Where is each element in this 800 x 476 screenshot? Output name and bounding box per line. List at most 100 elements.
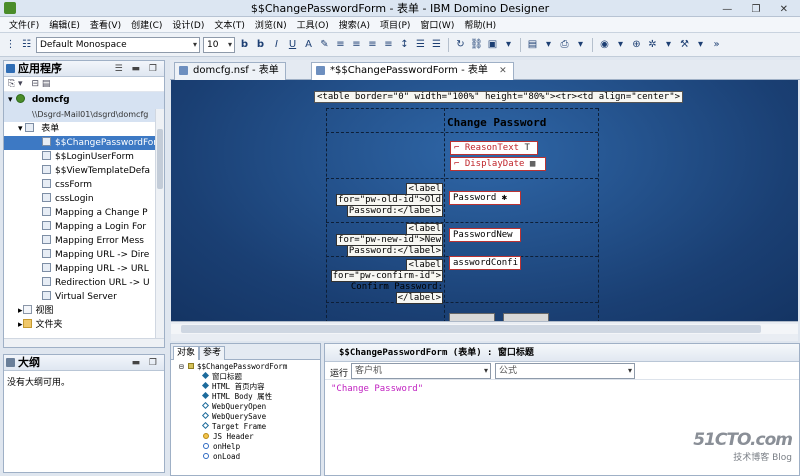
submit-button-stub[interactable]	[449, 313, 495, 321]
panel-controls[interactable]: ☰ ▬ ❐	[115, 61, 160, 77]
tree-form-item[interactable]: Mapping Error Mess	[4, 234, 164, 248]
debug-icon[interactable]: ✲	[646, 37, 659, 53]
tab-reference[interactable]: 参考	[199, 346, 226, 360]
horizontal-scrollbar[interactable]	[4, 338, 164, 347]
tree-db-node[interactable]: ▾ domcfg	[4, 92, 164, 108]
list-bullet-icon[interactable]: ☰	[414, 37, 427, 53]
pen-icon[interactable]: ✎	[318, 37, 331, 53]
menu-help[interactable]: 帮助(H)	[459, 18, 501, 31]
list-number-icon[interactable]: ☰	[430, 37, 443, 53]
print-icon[interactable]: ⎙	[558, 37, 571, 53]
menu-edit[interactable]: 编辑(E)	[44, 18, 85, 31]
dropdown-icon[interactable]: ▾	[694, 37, 707, 53]
scrollbar-thumb[interactable]	[181, 325, 761, 333]
menu-create[interactable]: 创建(C)	[126, 18, 167, 31]
dropdown-icon[interactable]: ▾	[614, 37, 627, 53]
menu-design[interactable]: 设计(D)	[167, 18, 209, 31]
close-icon[interactable]: ✕	[499, 66, 507, 76]
font-select[interactable]: Default Monospace ▾	[36, 36, 200, 53]
filter-icon[interactable]: ⊟ ▤	[31, 79, 50, 89]
new-app-icon[interactable]: ⎘ ▾	[8, 79, 23, 89]
tree-form-item[interactable]: cssLogin	[4, 192, 164, 206]
save-icon[interactable]: ▤	[526, 37, 539, 53]
align-right-icon[interactable]: ≡	[382, 37, 395, 53]
align-center-icon[interactable]: ≡	[350, 37, 363, 53]
object-item[interactable]: JS Header	[173, 432, 318, 442]
highlight-icon[interactable]: A	[302, 37, 315, 53]
tab-objects[interactable]: 对象	[173, 346, 200, 360]
preview-icon[interactable]: ◉	[598, 37, 611, 53]
tree-form-item[interactable]: Mapping a Change P	[4, 206, 164, 220]
style-icon[interactable]: ☷	[20, 37, 33, 53]
font-size-select[interactable]: 10 ▾	[203, 36, 235, 53]
tree-form-item[interactable]: Mapping URL -> Dire	[4, 248, 164, 262]
globe-icon[interactable]: ⊕	[630, 37, 643, 53]
italic-icon[interactable]: I	[270, 37, 283, 53]
link-icon[interactable]: ⛓	[470, 37, 483, 53]
object-item[interactable]: Target Frame	[173, 422, 318, 432]
object-item[interactable]: WebQueryOpen	[173, 402, 318, 412]
object-item[interactable]: HTML Body 属性	[173, 392, 318, 402]
tab-change-password-form[interactable]: *$$ChangePasswordForm - 表单 ✕	[311, 62, 514, 80]
underline-icon[interactable]: U	[286, 37, 299, 53]
formula-editor[interactable]: "Change Password"	[325, 380, 799, 398]
menu-project[interactable]: 项目(P)	[375, 18, 415, 31]
dropdown-icon[interactable]: ▾	[662, 37, 675, 53]
password-new-field[interactable]: PasswordNew	[449, 228, 521, 242]
tree-form-item[interactable]: Mapping a Login For	[4, 220, 164, 234]
tree-form-item[interactable]: $$LoginUserForm	[4, 150, 164, 164]
menu-tools[interactable]: 工具(O)	[292, 18, 334, 31]
tree-form-item[interactable]: $$ViewTemplateDefa	[4, 164, 164, 178]
objects-root[interactable]: ⊟ $$ChangePasswordForm	[173, 362, 318, 372]
dropdown-icon[interactable]: ▾	[574, 37, 587, 53]
dropdown-icon[interactable]: ▾	[502, 37, 515, 53]
line-spacing-icon[interactable]: ↕	[398, 37, 411, 53]
align-left-icon[interactable]: ≡	[334, 37, 347, 53]
refresh-icon[interactable]: ↻	[454, 37, 467, 53]
tree-folders-folder[interactable]: ▸ 文件夹	[4, 318, 164, 332]
menu-view[interactable]: 查看(V)	[85, 18, 126, 31]
tree-form-item[interactable]: Redirection URL -> U	[4, 276, 164, 290]
tree-forms-folder[interactable]: ▾ 表单	[4, 122, 164, 136]
tools-icon[interactable]: ⚒	[678, 37, 691, 53]
object-item[interactable]: 窗口标题	[173, 372, 318, 382]
horizontal-scrollbar[interactable]	[171, 324, 798, 334]
expand-icon[interactable]: ▾	[8, 95, 13, 105]
tab-domcfg-forms[interactable]: domcfg.nsf - 表单	[174, 62, 286, 80]
applications-panel-title: 应用程序	[18, 62, 62, 75]
menu-navigate[interactable]: 浏览(N)	[250, 18, 292, 31]
run-target-select[interactable]: 客户机 ▾	[351, 363, 491, 379]
more-icon[interactable]: »	[710, 37, 723, 53]
tree-form-item[interactable]: Virtual Server	[4, 290, 164, 304]
tree-form-item[interactable]: $$ChangePasswordForm	[4, 136, 164, 150]
cancel-button-stub[interactable]	[503, 313, 549, 321]
align-justify-icon[interactable]: ≡	[366, 37, 379, 53]
menu-window[interactable]: 窗口(W)	[415, 18, 459, 31]
vertical-scrollbar[interactable]	[155, 109, 164, 339]
dropdown-icon[interactable]: ▾	[542, 37, 555, 53]
tree-form-item[interactable]: cssForm	[4, 178, 164, 192]
password-field[interactable]: Password ✱	[449, 191, 521, 205]
object-item[interactable]: WebQuerySave	[173, 412, 318, 422]
object-item[interactable]: onLoad	[173, 452, 318, 462]
reason-text-field[interactable]: ⌐ ReasonText T	[450, 141, 538, 155]
password-confirm-field[interactable]: asswordConfi	[449, 256, 521, 270]
image-icon[interactable]: ▣	[486, 37, 499, 53]
menu-text[interactable]: 文本(T)	[209, 18, 250, 31]
tree-views-folder[interactable]: ▸ 视图	[4, 304, 164, 318]
panel-controls[interactable]: ▬ ❐	[132, 355, 160, 371]
window-controls[interactable]: — ❐ ✕	[722, 1, 796, 18]
language-select[interactable]: 公式 ▾	[495, 363, 635, 379]
menu-file[interactable]: 文件(F)	[4, 18, 44, 31]
form-design-canvas[interactable]: <table border="0" width="100%" height="8…	[171, 80, 798, 321]
collapse-icon[interactable]: ▾	[18, 124, 23, 134]
object-item[interactable]: HTML 首页内容	[173, 382, 318, 392]
bold-heavy-icon[interactable]: b	[254, 37, 267, 53]
scrollbar-thumb[interactable]	[157, 129, 163, 189]
object-item[interactable]: onHelp	[173, 442, 318, 452]
menu-search[interactable]: 搜索(A)	[334, 18, 375, 31]
display-date-field[interactable]: ⌐ DisplayDate ▦	[450, 157, 546, 171]
bold-icon[interactable]: b	[238, 37, 251, 53]
watermark-blog-text: Blog	[772, 453, 792, 463]
tree-form-item[interactable]: Mapping URL -> URL	[4, 262, 164, 276]
